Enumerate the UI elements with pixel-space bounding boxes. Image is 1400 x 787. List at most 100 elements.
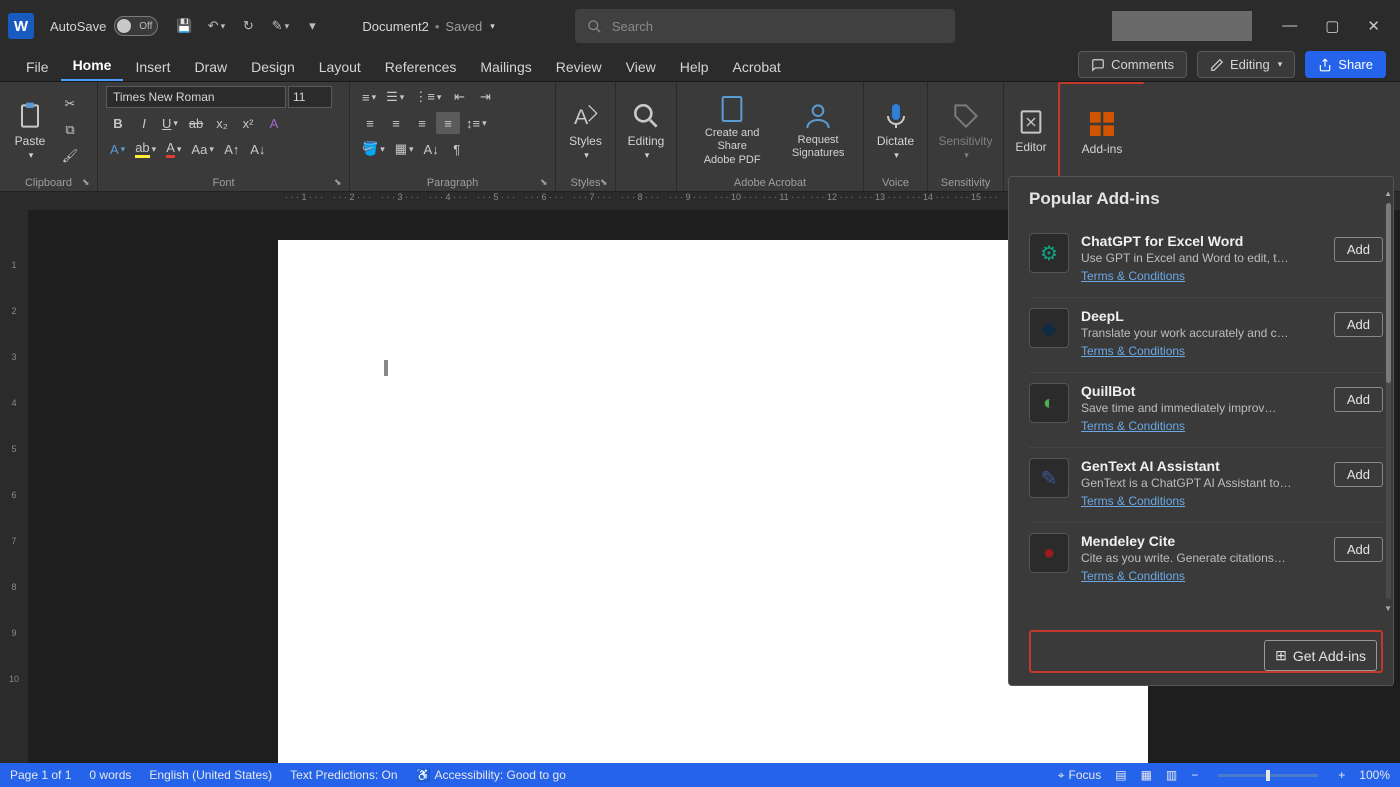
addin-add-button[interactable]: Add xyxy=(1334,312,1383,337)
align-left-button[interactable]: ≡ xyxy=(358,112,382,134)
font-name-input[interactable] xyxy=(106,86,286,108)
tab-insert[interactable]: Insert xyxy=(123,53,182,81)
tab-design[interactable]: Design xyxy=(239,53,307,81)
editing-dropdown[interactable]: Editing▾ xyxy=(624,86,668,174)
paste-button[interactable]: Paste ▾ xyxy=(8,86,52,174)
addin-add-button[interactable]: Add xyxy=(1334,462,1383,487)
zoom-in-button[interactable]: + xyxy=(1338,768,1345,782)
scroll-down-icon[interactable]: ▼ xyxy=(1384,604,1392,613)
bold-button[interactable]: B xyxy=(106,112,130,134)
word-count[interactable]: 0 words xyxy=(89,768,131,782)
align-right-button[interactable]: ≡ xyxy=(410,112,434,134)
font-color-button[interactable]: A▾ xyxy=(162,138,185,160)
strikethrough-button[interactable]: ab xyxy=(184,112,208,134)
web-layout-button[interactable]: ▥ xyxy=(1166,768,1177,782)
adobe-request-signatures-button[interactable]: Request Signatures xyxy=(781,86,855,174)
page-count[interactable]: Page 1 of 1 xyxy=(10,768,71,782)
tab-mailings[interactable]: Mailings xyxy=(468,53,543,81)
addin-list[interactable]: ⚙ChatGPT for Excel WordUse GPT in Excel … xyxy=(1029,223,1383,624)
styles-launcher[interactable]: ⬊ xyxy=(600,177,611,188)
sort-button[interactable]: A↓ xyxy=(420,138,443,160)
accessibility-status[interactable]: ♿Accessibility: Good to go xyxy=(416,768,566,782)
font-color-outline-button[interactable]: A▾ xyxy=(106,138,129,160)
underline-button[interactable]: U▾ xyxy=(158,112,182,134)
copy-button[interactable]: ⧉ xyxy=(58,119,82,141)
addin-add-button[interactable]: Add xyxy=(1334,387,1383,412)
zoom-out-button[interactable]: − xyxy=(1191,768,1198,782)
superscript-button[interactable]: x² xyxy=(236,112,260,134)
tab-home[interactable]: Home xyxy=(61,51,124,81)
cut-button[interactable]: ✂ xyxy=(58,93,82,115)
document-name[interactable]: Document2 • Saved ▾ xyxy=(362,19,494,34)
justify-button[interactable]: ≡ xyxy=(436,112,460,134)
adobe-create-share-button[interactable]: Create and Share Adobe PDF xyxy=(685,86,779,174)
focus-mode-button[interactable]: ⌖Focus xyxy=(1058,768,1101,783)
comments-button[interactable]: Comments xyxy=(1078,51,1187,78)
customize-qat-icon[interactable]: ▾ xyxy=(302,16,322,36)
clipboard-launcher[interactable]: ⬊ xyxy=(82,177,93,188)
decrease-indent-button[interactable]: ⇤ xyxy=(447,86,471,108)
paragraph-launcher[interactable]: ⬊ xyxy=(540,177,551,188)
font-launcher[interactable]: ⬊ xyxy=(334,177,345,188)
language[interactable]: English (United States) xyxy=(149,768,272,782)
dictate-button[interactable]: Dictate▾ xyxy=(872,86,919,174)
tab-acrobat[interactable]: Acrobat xyxy=(721,53,793,81)
numbering-button[interactable]: ☰▾ xyxy=(382,86,408,108)
subscript-button[interactable]: x₂ xyxy=(210,112,234,134)
align-center-button[interactable]: ≡ xyxy=(384,112,408,134)
text-predictions[interactable]: Text Predictions: On xyxy=(290,768,397,782)
sensitivity-button[interactable]: Sensitivity▾ xyxy=(936,86,995,174)
addin-add-button[interactable]: Add xyxy=(1334,237,1383,262)
increase-indent-button[interactable]: ⇥ xyxy=(473,86,497,108)
autosave-toggle[interactable]: Off xyxy=(114,16,158,36)
addin-terms-link[interactable]: Terms & Conditions xyxy=(1081,569,1185,583)
print-layout-button[interactable]: ▦ xyxy=(1141,768,1152,782)
scroll-thumb[interactable] xyxy=(1386,203,1391,383)
get-addins-button[interactable]: ⊞ Get Add-ins xyxy=(1264,640,1377,671)
pane-scrollbar[interactable]: ▲ ▼ xyxy=(1383,189,1393,613)
addin-terms-link[interactable]: Terms & Conditions xyxy=(1081,269,1185,283)
zoom-knob[interactable] xyxy=(1266,770,1270,781)
tab-draw[interactable]: Draw xyxy=(182,53,239,81)
close-button[interactable]: ✕ xyxy=(1363,13,1384,39)
shading-button[interactable]: 🪣▾ xyxy=(358,138,389,160)
maximize-button[interactable]: ▢ xyxy=(1321,13,1343,39)
addin-terms-link[interactable]: Terms & Conditions xyxy=(1081,494,1185,508)
show-marks-button[interactable]: ¶ xyxy=(445,138,469,160)
change-case-button[interactable]: Aa▾ xyxy=(187,138,217,160)
multilevel-list-button[interactable]: ⋮≡▾ xyxy=(410,86,445,108)
editing-mode-button[interactable]: Editing▾ xyxy=(1197,51,1295,78)
shrink-font-button[interactable]: A↓ xyxy=(246,138,270,160)
undo-icon[interactable]: ↶▾ xyxy=(206,16,226,36)
highlight-color-button[interactable]: ab▾ xyxy=(131,138,160,160)
text-effects-button[interactable]: A xyxy=(262,112,286,134)
styles-button[interactable]: A Styles▾ xyxy=(564,86,607,174)
scroll-up-icon[interactable]: ▲ xyxy=(1384,189,1392,198)
addin-terms-link[interactable]: Terms & Conditions xyxy=(1081,344,1185,358)
line-spacing-button[interactable]: ↕≡▾ xyxy=(462,112,491,134)
editor-button[interactable]: Editor xyxy=(1012,86,1050,174)
tab-review[interactable]: Review xyxy=(544,53,614,81)
highlighter-icon[interactable]: ✎▾ xyxy=(270,16,290,36)
tab-view[interactable]: View xyxy=(614,53,668,81)
zoom-level[interactable]: 100% xyxy=(1359,768,1390,782)
addins-button[interactable]: Add-ins xyxy=(1068,88,1136,176)
minimize-button[interactable]: — xyxy=(1278,13,1301,39)
read-mode-button[interactable]: ▤ xyxy=(1115,768,1126,782)
tab-references[interactable]: References xyxy=(373,53,469,81)
borders-button[interactable]: ▦▾ xyxy=(391,138,418,160)
save-icon[interactable]: 💾 xyxy=(174,16,194,36)
font-size-input[interactable] xyxy=(288,86,332,108)
italic-button[interactable]: I xyxy=(132,112,156,134)
format-painter-button[interactable]: 🖌 xyxy=(58,145,82,167)
addin-add-button[interactable]: Add xyxy=(1334,537,1383,562)
tab-help[interactable]: Help xyxy=(668,53,721,81)
search-box[interactable]: Search xyxy=(575,9,955,43)
addin-terms-link[interactable]: Terms & Conditions xyxy=(1081,419,1185,433)
grow-font-button[interactable]: A↑ xyxy=(220,138,244,160)
redo-icon[interactable]: ↻ xyxy=(238,16,258,36)
tab-layout[interactable]: Layout xyxy=(307,53,373,81)
share-button[interactable]: Share xyxy=(1305,51,1386,78)
bullets-button[interactable]: ≡▾ xyxy=(358,86,380,108)
tab-file[interactable]: File xyxy=(14,53,61,81)
